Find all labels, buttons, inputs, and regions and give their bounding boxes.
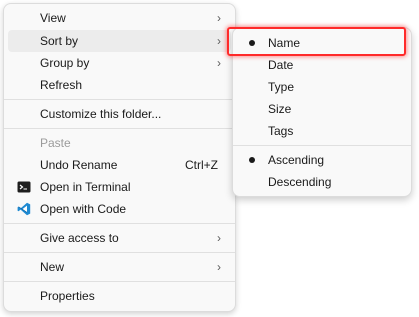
submenu-item-label: Name	[268, 36, 301, 50]
submenu-item-descending[interactable]: Descending	[237, 171, 407, 193]
menu-item-label: Customize this folder...	[40, 107, 162, 121]
terminal-icon	[17, 180, 31, 194]
submenu-item-label: Descending	[268, 175, 332, 189]
vscode-icon	[17, 202, 31, 216]
submenu-item-date[interactable]: Date	[237, 54, 407, 76]
submenu-item-label: Ascending	[268, 153, 325, 167]
submenu-item-size[interactable]: Size	[237, 98, 407, 120]
menu-item-view[interactable]: View ›	[8, 7, 231, 29]
menu-separator	[4, 281, 235, 282]
menu-item-paste: Paste	[8, 132, 231, 154]
menu-item-label: Properties	[40, 289, 95, 303]
submenu-item-label: Date	[268, 58, 294, 72]
submenu-item-label: Type	[268, 80, 295, 94]
menu-item-group-by[interactable]: Group by ›	[8, 52, 231, 74]
menu-separator	[4, 223, 235, 224]
menu-item-refresh[interactable]: Refresh	[8, 74, 231, 96]
menu-item-open-terminal[interactable]: Open in Terminal	[8, 176, 231, 198]
menu-separator	[4, 252, 235, 253]
submenu-item-tags[interactable]: Tags	[237, 120, 407, 142]
shortcut-label: Ctrl+Z	[185, 158, 218, 172]
menu-item-open-with-code[interactable]: Open with Code	[8, 198, 231, 220]
submenu-item-ascending[interactable]: Ascending	[237, 149, 407, 171]
menu-item-label: New	[40, 260, 65, 274]
desktop-canvas: View › Sort by › Group by › Refresh Cust…	[0, 0, 419, 317]
chevron-right-icon: ›	[217, 56, 221, 70]
sort-by-submenu: Name Date Type Size Tags Ascending Desce…	[232, 27, 412, 197]
submenu-item-label: Size	[268, 102, 292, 116]
selected-bullet-icon	[249, 40, 255, 46]
menu-item-label: Refresh	[40, 78, 83, 92]
selected-bullet-icon	[249, 157, 255, 163]
menu-item-new[interactable]: New ›	[8, 256, 231, 278]
menu-item-label: Sort by	[40, 34, 79, 48]
context-menu: View › Sort by › Group by › Refresh Cust…	[3, 3, 236, 312]
menu-item-sort-by[interactable]: Sort by ›	[8, 30, 231, 52]
menu-item-label: Open in Terminal	[40, 180, 131, 194]
submenu-item-name[interactable]: Name	[237, 32, 407, 54]
menu-item-label: Give access to	[40, 231, 119, 245]
submenu-item-label: Tags	[268, 124, 294, 138]
menu-item-give-access[interactable]: Give access to ›	[8, 227, 231, 249]
menu-item-label: Paste	[40, 136, 71, 150]
menu-item-label: View	[40, 11, 66, 25]
menu-item-label: Open with Code	[40, 202, 127, 216]
submenu-item-type[interactable]: Type	[237, 76, 407, 98]
menu-item-customize-folder[interactable]: Customize this folder...	[8, 103, 231, 125]
chevron-right-icon: ›	[217, 231, 221, 245]
chevron-right-icon: ›	[217, 11, 221, 25]
menu-item-label: Group by	[40, 56, 90, 70]
menu-item-label: Undo Rename	[40, 158, 118, 172]
menu-item-properties[interactable]: Properties	[8, 285, 231, 307]
menu-separator	[4, 99, 235, 100]
chevron-right-icon: ›	[217, 34, 221, 48]
submenu-separator	[233, 145, 411, 146]
chevron-right-icon: ›	[217, 260, 221, 274]
menu-item-undo-rename[interactable]: Undo Rename Ctrl+Z	[8, 154, 231, 176]
menu-separator	[4, 128, 235, 129]
